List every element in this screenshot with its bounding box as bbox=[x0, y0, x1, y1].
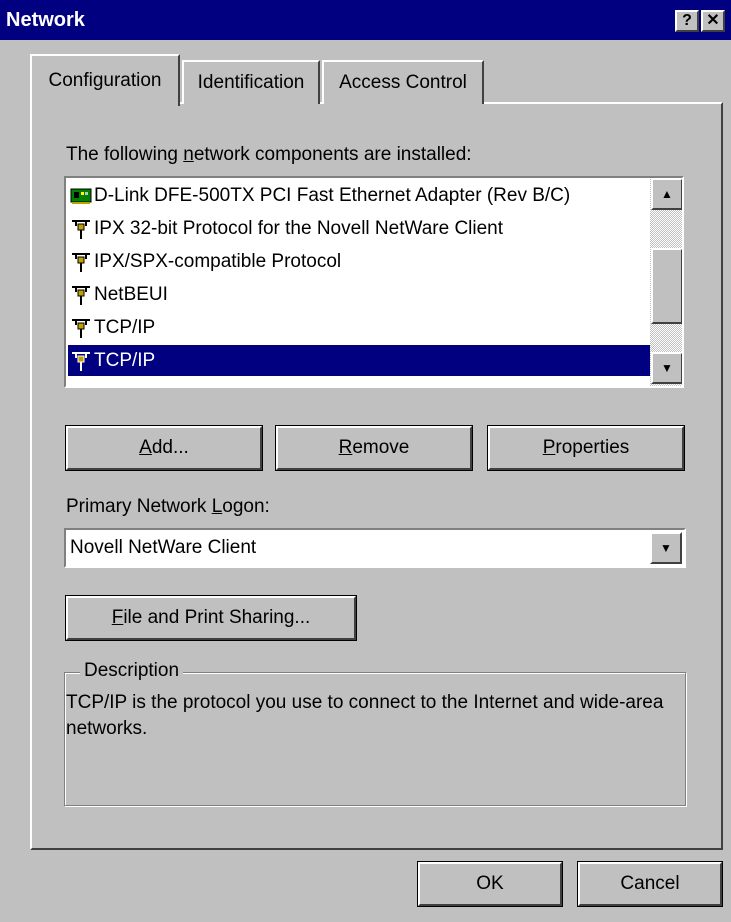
close-icon: ✕ bbox=[706, 12, 720, 29]
tab-configuration-label: Configuration bbox=[48, 70, 162, 91]
list-item-label: D-Link DFE-500TX PCI Fast Ethernet Adapt… bbox=[94, 184, 571, 206]
scroll-down-button[interactable]: ▼ bbox=[651, 352, 682, 384]
tab-identification[interactable]: Identification bbox=[182, 60, 320, 104]
help-icon: ? bbox=[682, 12, 692, 29]
network-adapter-icon bbox=[70, 185, 92, 207]
tab-identification-label: Identification bbox=[197, 72, 305, 93]
tab-access-control[interactable]: Access Control bbox=[322, 60, 484, 104]
chevron-down-icon: ▼ bbox=[660, 541, 672, 555]
protocol-icon bbox=[70, 350, 92, 372]
tab-configuration[interactable]: Configuration bbox=[30, 54, 180, 106]
scroll-up-button[interactable]: ▲ bbox=[651, 178, 682, 210]
list-item-label: IPX 32-bit Protocol for the Novell NetWa… bbox=[94, 217, 504, 239]
help-button[interactable]: ? bbox=[675, 10, 699, 32]
logon-label: Primary Network Logon: bbox=[66, 496, 270, 517]
protocol-icon bbox=[70, 284, 92, 306]
list-item[interactable]: D-Link DFE-500TX PCI Fast Ethernet Adapt… bbox=[68, 180, 650, 211]
protocol-icon bbox=[70, 251, 92, 273]
components-label: The following network components are ins… bbox=[66, 144, 472, 165]
remove-button[interactable]: Remove bbox=[275, 425, 473, 471]
arrow-down-icon: ▼ bbox=[661, 361, 673, 375]
protocol-icon bbox=[70, 317, 92, 339]
primary-logon-value: Novell NetWare Client bbox=[70, 537, 257, 558]
list-item-label: TCP/IP bbox=[94, 349, 156, 371]
list-scrollbar[interactable]: ▲ ▼ bbox=[650, 178, 682, 386]
tab-access-control-label: Access Control bbox=[339, 72, 467, 93]
list-item-label: IPX/SPX-compatible Protocol bbox=[94, 250, 342, 272]
components-list[interactable]: D-Link DFE-500TX PCI Fast Ethernet Adapt… bbox=[64, 176, 684, 388]
properties-button[interactable]: Properties bbox=[487, 425, 685, 471]
protocol-icon bbox=[70, 218, 92, 240]
description-legend: Description bbox=[80, 660, 184, 682]
description-text: TCP/IP is the protocol you use to connec… bbox=[66, 692, 664, 739]
window-title: Network bbox=[6, 9, 85, 31]
add-button[interactable]: Add... bbox=[65, 425, 263, 471]
list-item-label: NetBEUI bbox=[94, 283, 168, 305]
primary-logon-select[interactable]: Novell NetWare Client ▼ bbox=[64, 528, 686, 568]
list-item[interactable]: IPX/SPX-compatible Protocol bbox=[68, 246, 650, 277]
list-item[interactable]: TCP/IP bbox=[68, 312, 650, 343]
list-item-label: TCP/IP bbox=[94, 316, 156, 338]
title-bar[interactable]: Network ? ✕ bbox=[0, 0, 731, 40]
ok-button[interactable]: OK bbox=[417, 861, 563, 907]
list-item[interactable]: NetBEUI bbox=[68, 279, 650, 310]
list-item[interactable]: IPX 32-bit Protocol for the Novell NetWa… bbox=[68, 213, 650, 244]
file-print-sharing-button[interactable]: File and Print Sharing... bbox=[65, 595, 357, 641]
dropdown-button[interactable]: ▼ bbox=[650, 532, 682, 564]
close-button[interactable]: ✕ bbox=[701, 10, 725, 32]
cancel-button[interactable]: Cancel bbox=[577, 861, 723, 907]
scroll-thumb[interactable] bbox=[651, 248, 682, 324]
list-item-selected[interactable]: TCP/IP bbox=[68, 345, 650, 376]
arrow-up-icon: ▲ bbox=[661, 187, 673, 201]
